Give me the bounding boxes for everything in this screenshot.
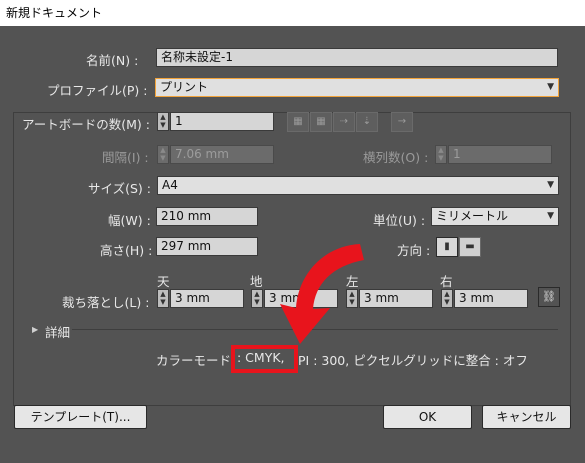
cancel-button[interactable]: キャンセル bbox=[482, 405, 571, 429]
portrait-icon[interactable]: ▮ bbox=[436, 237, 458, 257]
bleed-right-stepper[interactable]: ▲ ▼ bbox=[441, 289, 453, 308]
bleed-top-input[interactable]: 3 mm bbox=[170, 289, 244, 308]
artboards-label: アートボードの数(M) : bbox=[22, 117, 150, 132]
annotation-arrow-icon bbox=[280, 244, 364, 344]
template-button[interactable]: テンプレート(T)... bbox=[14, 405, 147, 429]
chevron-right-icon[interactable]: ▶ bbox=[32, 325, 38, 334]
new-document-dialog: 名前(N) : 名称未設定-1 プロファイル(P) : プリント ▼ アートボー… bbox=[0, 26, 585, 463]
columns-input[interactable]: 1 bbox=[448, 145, 552, 164]
size-value: A4 bbox=[162, 178, 178, 192]
name-input[interactable]: 名称未設定-1 bbox=[156, 48, 558, 67]
grid-by-column-icon[interactable]: ▦ bbox=[310, 112, 332, 132]
spacing-label: 間隔(I) : bbox=[102, 150, 149, 165]
ok-button[interactable]: OK bbox=[383, 405, 472, 429]
profile-label: プロファイル(P) : bbox=[47, 83, 148, 98]
size-label: サイズ(S) : bbox=[88, 181, 151, 196]
color-mode-label: カラーモード bbox=[156, 353, 232, 368]
arrange-by-row-icon[interactable]: ⇢ bbox=[333, 112, 355, 132]
arrange-by-column-icon[interactable]: ⇣ bbox=[356, 112, 378, 132]
name-label: 名前(N) : bbox=[86, 53, 139, 68]
units-value: ミリメートル bbox=[436, 209, 509, 223]
bleed-label: 裁ち落とし(L) : bbox=[62, 295, 150, 310]
advanced-label[interactable]: 詳細 bbox=[45, 322, 70, 341]
spacing-stepper[interactable]: ▲ ▼ bbox=[157, 145, 169, 164]
landscape-icon[interactable]: ▬ bbox=[459, 237, 481, 257]
spacing-input[interactable]: 7.06 mm bbox=[170, 145, 274, 164]
profile-value: プリント bbox=[160, 80, 209, 94]
height-label: 高さ(H) : bbox=[100, 243, 153, 258]
width-label: 幅(W) : bbox=[108, 213, 151, 228]
units-label: 単位(U) : bbox=[373, 213, 426, 228]
bleed-top-stepper[interactable]: ▲ ▼ bbox=[157, 289, 169, 308]
grid-by-row-icon[interactable]: ▦ bbox=[287, 112, 309, 132]
link-icon[interactable]: ⛓ bbox=[538, 287, 560, 307]
columns-stepper[interactable]: ▲ ▼ bbox=[435, 145, 447, 164]
chevron-down-icon: ▼ bbox=[547, 211, 554, 221]
profile-select[interactable]: プリント ▼ bbox=[155, 78, 559, 97]
artboards-stepper[interactable]: ▲ ▼ bbox=[157, 112, 169, 131]
bleed-right-input[interactable]: 3 mm bbox=[454, 289, 528, 308]
width-input[interactable]: 210 mm bbox=[156, 207, 258, 226]
chevron-down-icon: ▼ bbox=[547, 180, 554, 190]
bleed-right-label: 右 bbox=[440, 274, 453, 289]
height-input[interactable]: 297 mm bbox=[156, 237, 258, 256]
bleed-top-label: 天 bbox=[157, 274, 170, 289]
orientation-label: 方向 : bbox=[397, 243, 431, 258]
units-select[interactable]: ミリメートル ▼ bbox=[431, 207, 559, 226]
artboards-input[interactable]: 1 bbox=[170, 112, 274, 131]
window-title: 新規ドキュメント bbox=[0, 0, 585, 26]
right-to-left-icon[interactable]: → bbox=[391, 112, 413, 132]
size-select[interactable]: A4 ▼ bbox=[157, 176, 559, 195]
columns-label: 横列数(O) : bbox=[363, 150, 429, 165]
chevron-down-icon: ▼ bbox=[547, 82, 554, 92]
